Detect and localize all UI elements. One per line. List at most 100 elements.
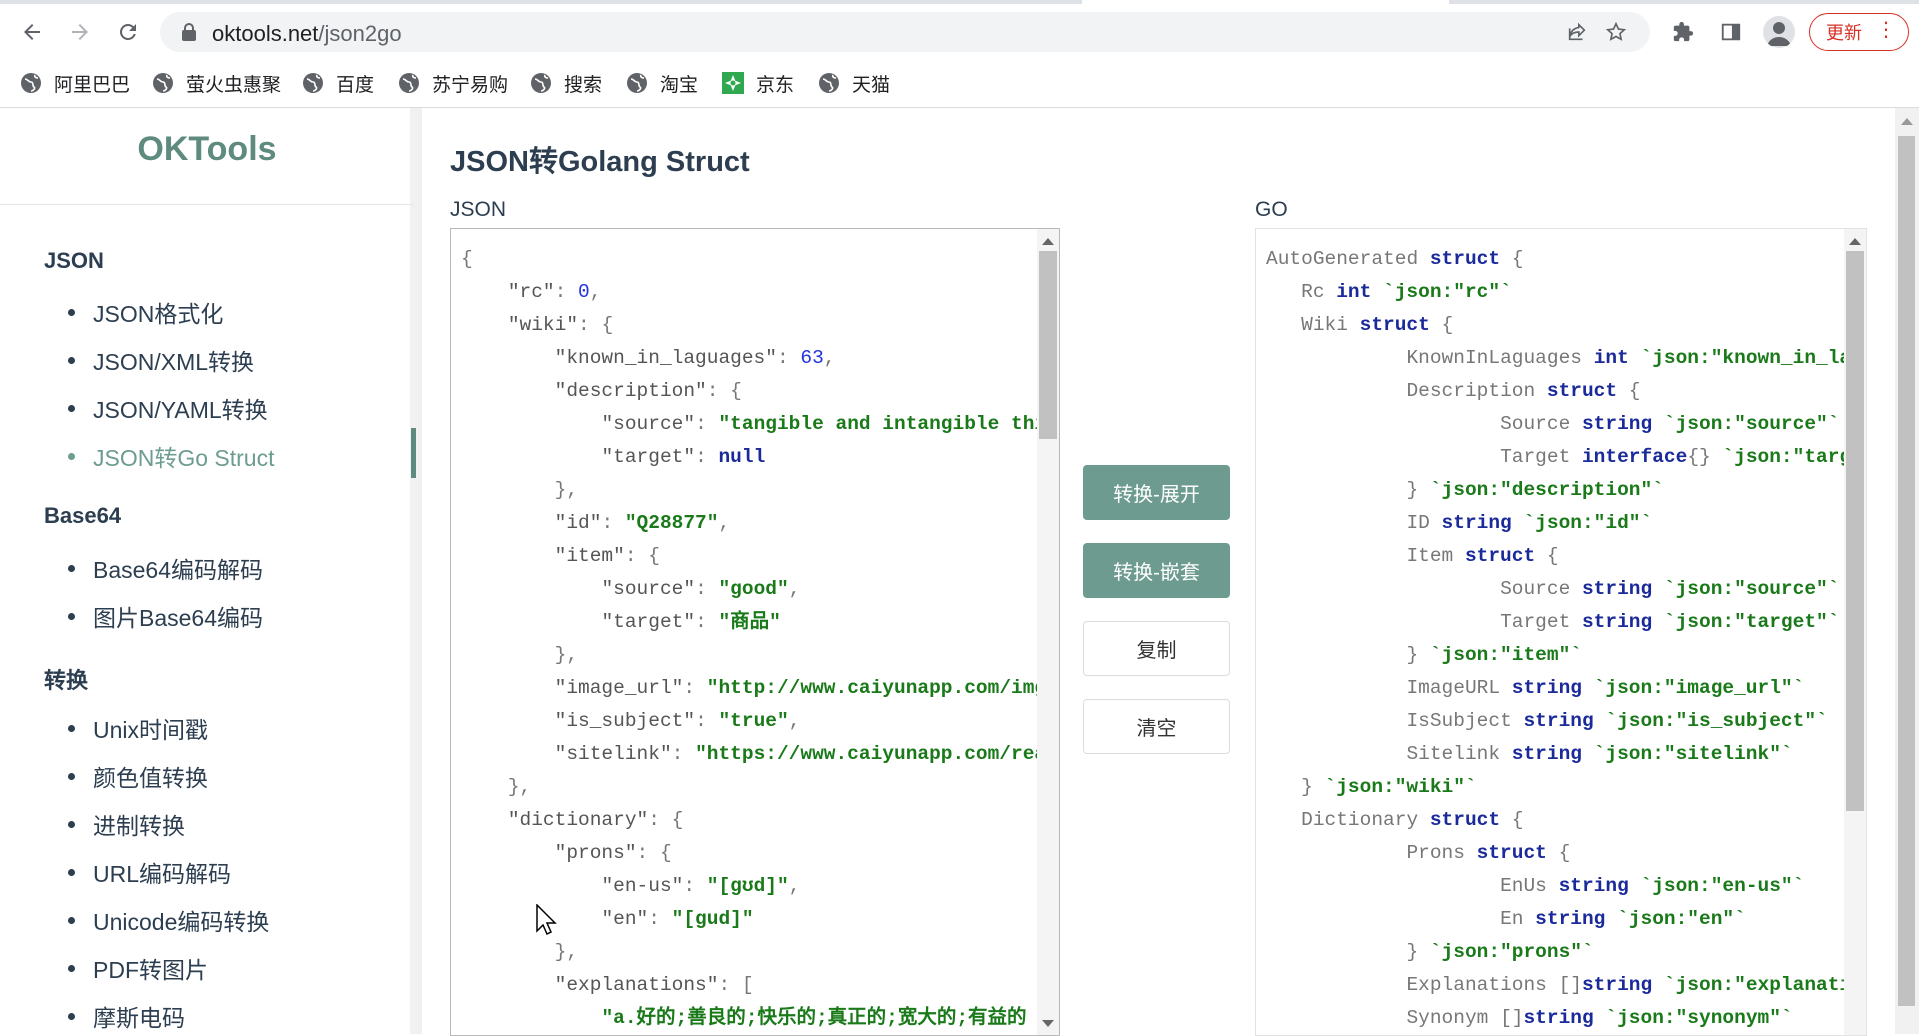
nav-item-radix[interactable]: 进制转换 — [68, 807, 185, 841]
json-code-line[interactable]: "is_subject": "true", — [461, 705, 1059, 738]
go-code-line[interactable]: Source string `json:"source"` — [1266, 573, 1866, 606]
go-code-line[interactable]: Wiki struct { — [1266, 309, 1866, 342]
go-code-line[interactable]: Item struct { — [1266, 540, 1866, 573]
go-code-line[interactable]: Target interface{} `json:"target"` — [1266, 441, 1866, 474]
bookmark-alibaba[interactable]: 阿里巴巴 — [20, 67, 130, 99]
nav-item-json-go[interactable]: JSON转Go Struct — [68, 439, 274, 473]
go-code-line[interactable]: } `json:"description"` — [1266, 474, 1866, 507]
go-code-line[interactable]: Dictionary struct { — [1266, 804, 1866, 837]
json-code-line[interactable]: "image_url": "http://www.caiyunapp.com/i… — [461, 672, 1059, 705]
go-code-line[interactable]: Target string `json:"target"` — [1266, 606, 1866, 639]
go-code-line[interactable]: EnUs string `json:"en-us"` — [1266, 870, 1866, 903]
copy-button[interactable]: 复制 — [1083, 621, 1230, 676]
go-output-editor[interactable]: AutoGenerated struct { Rc int `json:"rc"… — [1255, 228, 1867, 1036]
json-code-line[interactable]: "id": "Q28877", — [461, 507, 1059, 540]
json-code-line[interactable]: }, — [461, 936, 1059, 969]
bookmark-tmall[interactable]: 天猫 — [818, 67, 890, 99]
go-code-line[interactable]: ImageURL string `json:"image_url"` — [1266, 672, 1866, 705]
scroll-up-icon[interactable] — [1849, 238, 1861, 245]
sidebar-scrollbar[interactable] — [410, 108, 418, 1034]
lock-icon[interactable] — [180, 22, 198, 42]
bookmark-taobao[interactable]: 淘宝 — [626, 67, 698, 99]
go-code-line[interactable]: KnownInLaguages int `json:"known_in_lagu… — [1266, 342, 1866, 375]
json-editor-scrollbar[interactable] — [1037, 229, 1059, 1035]
extensions-icon[interactable] — [1665, 14, 1701, 50]
go-code-line[interactable]: Source string `json:"source"` — [1266, 408, 1866, 441]
address-bar[interactable]: oktools.net/json2go — [160, 12, 1650, 52]
go-code-line[interactable]: Prons struct { — [1266, 837, 1866, 870]
forward-arrow-icon[interactable] — [62, 14, 98, 50]
star-icon[interactable] — [1602, 18, 1630, 46]
json-code-line[interactable]: "dictionary": { — [461, 804, 1059, 837]
json-code-line[interactable]: }, — [461, 771, 1059, 804]
share-icon[interactable] — [1563, 18, 1591, 46]
scroll-up-icon[interactable] — [1901, 118, 1913, 125]
update-button[interactable]: 更新 ⋮ — [1809, 13, 1909, 51]
json-code-line[interactable]: "source": "tangible and intangible thing… — [461, 408, 1059, 441]
json-code-line[interactable]: "a.好的;善良的;快乐的;真正的;宽大的;有益的 — [461, 1002, 1059, 1035]
go-code-line[interactable]: Description struct { — [1266, 375, 1866, 408]
json-code-line[interactable]: }, — [461, 639, 1059, 672]
json-code-line[interactable]: "en-us": "[gʊd]", — [461, 870, 1059, 903]
nav-item-morse[interactable]: 摩斯电码 — [68, 999, 185, 1033]
nav-item-unicode[interactable]: Unicode编码转换 — [68, 903, 269, 937]
json-code-line[interactable]: }, — [461, 474, 1059, 507]
go-code-line[interactable]: } `json:"wiki"` — [1266, 771, 1866, 804]
nav-item-color[interactable]: 颜色值转换 — [68, 759, 208, 793]
site-logo[interactable]: OKTools — [0, 130, 414, 169]
go-code-line[interactable]: Sitelink string `json:"sitelink"` — [1266, 738, 1866, 771]
go-code-line[interactable]: Synonym []string `json:"synonym"` — [1266, 1002, 1866, 1035]
convert-nested-button[interactable]: 转换-嵌套 — [1083, 543, 1230, 598]
bookmark-yinghuochong[interactable]: 萤火虫惠聚 — [152, 67, 281, 99]
json-code-line[interactable]: { — [461, 243, 1059, 276]
go-code-line[interactable]: En string `json:"en"` — [1266, 903, 1866, 936]
json-scroll-thumb[interactable] — [1039, 251, 1057, 439]
json-code-line[interactable]: "item": { — [461, 540, 1059, 573]
menu-dots-icon[interactable]: ⋮ — [1876, 20, 1896, 40]
active-tab-indicator[interactable] — [1082, 0, 1449, 4]
page-scrollbar[interactable] — [1895, 108, 1919, 1034]
json-code-line[interactable]: "explanations": [ — [461, 969, 1059, 1002]
nav-item-json-format[interactable]: JSON格式化 — [68, 295, 223, 329]
bookmark-jd[interactable]: 京东 — [722, 67, 794, 99]
go-code-line[interactable]: Rc int `json:"rc"` — [1266, 276, 1866, 309]
back-arrow-icon[interactable] — [14, 14, 50, 50]
scroll-down-icon[interactable] — [1042, 1020, 1054, 1027]
sidebar-scroll-thumb[interactable] — [411, 428, 416, 478]
go-code-line[interactable]: } `json:"item"` — [1266, 639, 1866, 672]
page-scroll-thumb[interactable] — [1898, 136, 1915, 1006]
clear-button[interactable]: 清空 — [1083, 699, 1230, 754]
json-code-line[interactable]: "sitelink": "https://www.caiyunapp.com/r… — [461, 738, 1059, 771]
scroll-up-icon[interactable] — [1042, 238, 1054, 245]
profile-icon[interactable] — [1763, 16, 1795, 48]
go-code-line[interactable]: AutoGenerated struct { — [1266, 243, 1866, 276]
json-code-line[interactable]: "source": "good", — [461, 573, 1059, 606]
json-code-line[interactable]: "wiki": { — [461, 309, 1059, 342]
nav-item-url[interactable]: URL编码解码 — [68, 855, 231, 889]
nav-item-unix-time[interactable]: Unix时间戳 — [68, 711, 208, 745]
go-code[interactable]: AutoGenerated struct { Rc int `json:"rc"… — [1266, 243, 1866, 1035]
json-code-line[interactable]: "target": null — [461, 441, 1059, 474]
reload-icon[interactable] — [110, 14, 146, 50]
go-scroll-thumb[interactable] — [1846, 251, 1864, 811]
json-code-line[interactable]: "prons": { — [461, 837, 1059, 870]
nav-item-image-base64[interactable]: 图片Base64编码 — [68, 599, 263, 633]
sidepanel-icon[interactable] — [1713, 14, 1749, 50]
convert-expand-button[interactable]: 转换-展开 — [1083, 465, 1230, 520]
nav-item-pdf[interactable]: PDF转图片 — [68, 951, 208, 985]
bookmark-search[interactable]: 搜索 — [530, 67, 602, 99]
bookmark-baidu[interactable]: 百度 — [302, 67, 374, 99]
go-editor-scrollbar[interactable] — [1844, 229, 1866, 1035]
json-code-line[interactable]: "rc": 0, — [461, 276, 1059, 309]
json-code-line[interactable]: "description": { — [461, 375, 1059, 408]
bookmark-suning[interactable]: 苏宁易购 — [398, 67, 508, 99]
nav-item-base64[interactable]: Base64编码解码 — [68, 551, 263, 585]
json-code-line[interactable]: "target": "商品" — [461, 606, 1059, 639]
json-code-line[interactable]: "known_in_laguages": 63, — [461, 342, 1059, 375]
go-code-line[interactable]: IsSubject string `json:"is_subject"` — [1266, 705, 1866, 738]
url-text[interactable]: oktools.net/json2go — [212, 21, 402, 47]
go-code-line[interactable]: } `json:"prons"` — [1266, 936, 1866, 969]
go-code-line[interactable]: Explanations []string `json:"explanation… — [1266, 969, 1866, 1002]
nav-item-json-yaml[interactable]: JSON/YAML转换 — [68, 391, 268, 425]
nav-item-json-xml[interactable]: JSON/XML转换 — [68, 343, 254, 377]
